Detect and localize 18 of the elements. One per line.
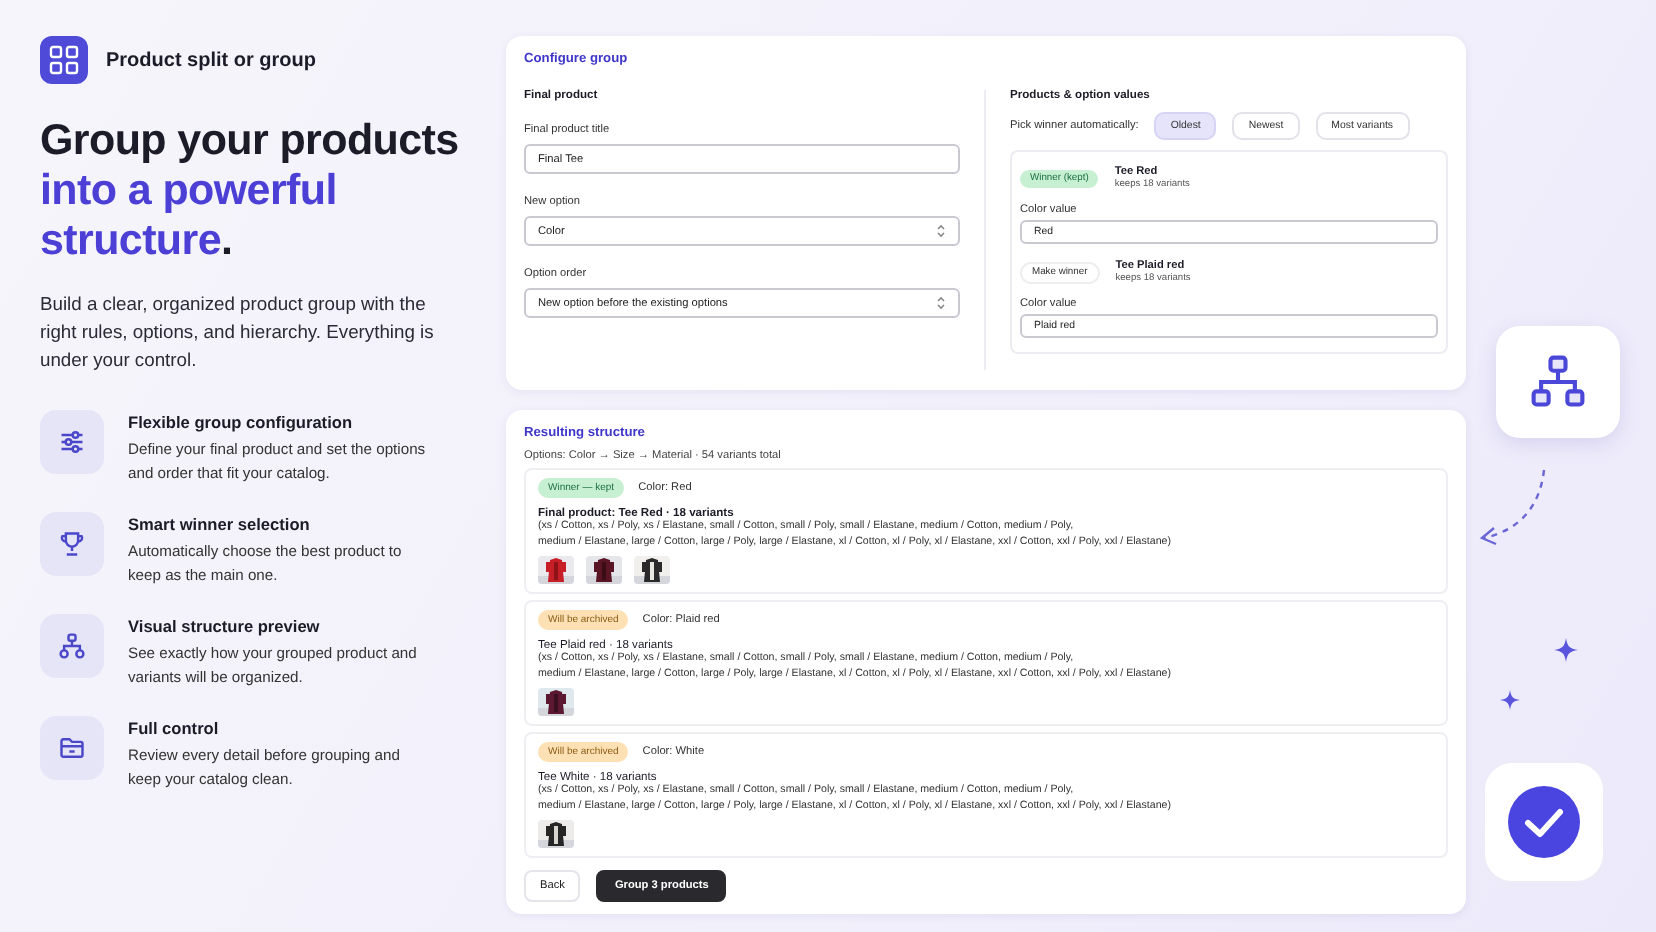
chevron-icon xyxy=(936,224,946,238)
sparkle-icon xyxy=(1500,690,1520,710)
app-title: Product split or group xyxy=(106,49,316,71)
feature-title: Flexible group configuration xyxy=(128,412,355,432)
sparkle-icon xyxy=(1554,638,1578,662)
headline: Group your products into a powerful structure. xyxy=(40,116,461,266)
check-badge-icon xyxy=(1482,760,1606,884)
hierarchy-icon xyxy=(58,632,86,660)
folder-icon xyxy=(58,734,86,762)
feature-title: Visual structure preview xyxy=(128,616,322,636)
hierarchy-icon xyxy=(1528,352,1588,412)
app-logo-icon xyxy=(48,44,80,76)
chevron-icon xyxy=(936,296,946,310)
trophy-icon xyxy=(58,530,86,558)
feature-title: Smart winner selection xyxy=(128,514,312,534)
intro-text: Build a clear, organized product group with the right rules, options, and hierarchy. Everything is under your control. xyxy=(40,290,436,374)
feature-title: Full control xyxy=(128,718,221,738)
sliders-icon xyxy=(58,428,86,456)
